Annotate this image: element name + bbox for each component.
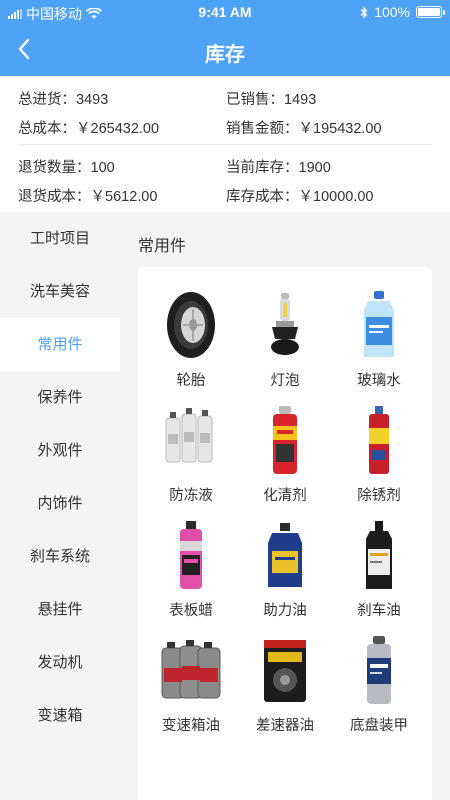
page-title: 库存 (205, 44, 245, 66)
product-item-cleaner[interactable]: 化清剂 (238, 404, 332, 519)
product-label: 除锈剂 (357, 488, 401, 504)
product-item-tire[interactable]: 轮胎 (144, 289, 238, 404)
differential-oil-icon (264, 640, 306, 702)
top-bar: 中国移动 9:41 AM 100% 库存 (0, 0, 450, 76)
product-item-brake-fluid[interactable]: 刹车油 (332, 519, 426, 634)
product-card: 轮胎 灯泡 玻璃水 防冻液 化清剂 除锈剂 表板蜡 助力油 刹车油 变速箱油 差… (138, 267, 432, 800)
category-sidebar: 工时项目 洗车美容 常用件 保养件 外观件 内饰件 刹车系统 悬挂件 发动机 变… (0, 212, 120, 800)
inventory-summary: 总进货：3493 已销售：1493 总成本：￥265432.00 销售金额：￥1… (0, 76, 450, 212)
sales-amount-stat: 销售金额：￥195432.00 (226, 121, 382, 137)
total-cost-stat: 总成本：￥265432.00 (18, 121, 160, 137)
sidebar-item-exterior-parts[interactable]: 外观件 (0, 424, 120, 477)
product-grid: 轮胎 灯泡 玻璃水 防冻液 化清剂 除锈剂 表板蜡 助力油 刹车油 变速箱油 差… (144, 289, 426, 749)
product-label: 助力油 (263, 603, 307, 619)
underbody-coating-icon (367, 636, 391, 704)
power-steering-oil-icon (268, 523, 302, 587)
product-item-power-steering-oil[interactable]: 助力油 (238, 519, 332, 634)
cleaner-spray-icon (273, 406, 297, 474)
sidebar-item-engine[interactable]: 发动机 (0, 636, 120, 689)
product-label: 防冻液 (169, 488, 213, 504)
rust-remover-icon (369, 406, 389, 474)
brake-fluid-icon (366, 521, 392, 589)
product-item-dashboard-wax[interactable]: 表板蜡 (144, 519, 238, 634)
status-bar: 中国移动 9:41 AM 100% (0, 0, 450, 24)
current-stock-stat: 当前库存：1900 (226, 160, 331, 176)
section-title: 常用件 (138, 238, 187, 255)
product-label: 变速箱油 (162, 718, 220, 734)
stock-cost-stat: 库存成本：￥10000.00 (226, 189, 374, 205)
product-label: 底盘装甲 (350, 718, 408, 734)
antifreeze-icon (165, 408, 213, 463)
product-label: 刹车油 (357, 603, 401, 619)
sidebar-item-common-parts[interactable]: 常用件 (0, 318, 120, 371)
product-label: 轮胎 (176, 373, 206, 389)
sidebar-item-car-wash[interactable]: 洗车美容 (0, 265, 120, 318)
battery-percent: 100% (374, 4, 410, 20)
transmission-oil-icon (161, 640, 221, 699)
product-item-washer-fluid[interactable]: 玻璃水 (332, 289, 426, 404)
sidebar-item-maintenance-parts[interactable]: 保养件 (0, 371, 120, 424)
product-item-bulb[interactable]: 灯泡 (238, 289, 332, 404)
product-item-transmission-oil[interactable]: 变速箱油 (144, 634, 238, 749)
category-content: 常用件 轮胎 灯泡 玻璃水 防冻液 化清剂 除锈剂 表板蜡 助力油 刹车油 变速… (120, 212, 450, 800)
sold-stat: 已销售：1493 (226, 92, 317, 108)
product-item-differential-oil[interactable]: 差速器油 (238, 634, 332, 749)
product-label: 化清剂 (263, 488, 307, 504)
bluetooth-icon (360, 5, 368, 19)
product-item-underbody-coating[interactable]: 底盘装甲 (332, 634, 426, 749)
battery-icon (416, 6, 445, 18)
sidebar-item-transmission[interactable]: 变速箱 (0, 689, 120, 742)
bulb-icon (271, 293, 299, 355)
product-item-antifreeze[interactable]: 防冻液 (144, 404, 238, 519)
dashboard-wax-icon (180, 521, 202, 589)
return-cost-stat: 退货成本：￥5612.00 (18, 189, 158, 205)
return-qty-stat: 退货数量：100 (18, 160, 115, 176)
product-label: 灯泡 (270, 373, 300, 389)
tire-icon (167, 292, 215, 358)
product-label: 玻璃水 (357, 373, 401, 389)
nav-bar: 库存 (0, 24, 450, 76)
washer-fluid-icon (364, 291, 394, 357)
sidebar-item-suspension[interactable]: 悬挂件 (0, 583, 120, 636)
summary-divider (18, 144, 432, 145)
total-in-stat: 总进货：3493 (18, 92, 109, 108)
sidebar-item-labor[interactable]: 工时项目 (0, 212, 120, 265)
sidebar-item-interior-parts[interactable]: 内饰件 (0, 477, 120, 530)
product-label: 表板蜡 (169, 603, 213, 619)
product-label: 差速器油 (256, 718, 314, 734)
product-item-rust-remover[interactable]: 除锈剂 (332, 404, 426, 519)
sidebar-item-brake-system[interactable]: 刹车系统 (0, 530, 120, 583)
